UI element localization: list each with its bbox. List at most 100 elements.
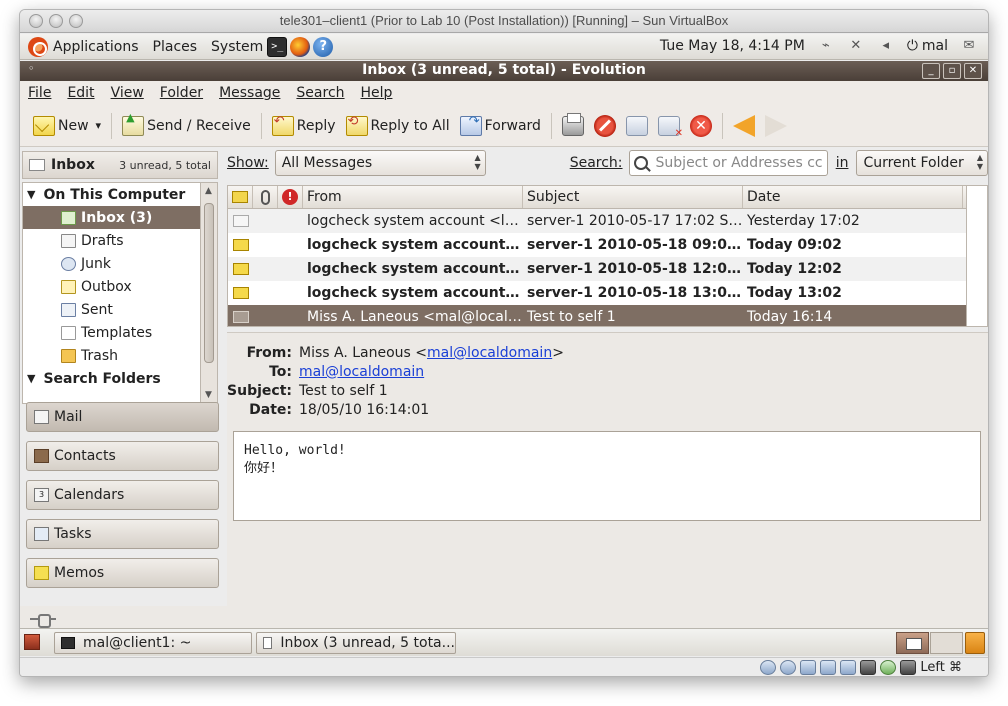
maximize-icon[interactable]: ▫ [943,63,961,79]
reply-all-button[interactable]: Reply to All [341,111,455,141]
message-body[interactable]: Hello, world! 你好！ [233,431,981,521]
virtualbox-window: tele301–client1 (Prior to Lab 10 (Post I… [19,9,989,677]
network-adapter-icon[interactable] [800,660,817,675]
volume-icon[interactable]: ◂ [877,38,895,54]
display-icon[interactable] [860,660,877,675]
switcher-calendars[interactable]: 3 Calendars [26,480,219,510]
cancel-button[interactable] [589,111,621,141]
minimize-icon[interactable]: _ [922,63,940,79]
new-button[interactable]: New ▾ [28,111,106,141]
subject-value: Test to self 1 [299,382,388,399]
places-menu[interactable]: Places [153,39,198,55]
folder-outbox[interactable]: Outbox [23,275,200,298]
system-menu[interactable]: System [211,39,263,55]
menu-folder[interactable]: Folder [160,85,203,101]
next-button[interactable] [760,111,792,141]
menu-view[interactable]: View [111,85,144,101]
expander-icon[interactable]: ▼ [27,372,35,385]
column-date[interactable]: Date [743,186,963,208]
chevron-down-icon[interactable]: ▾ [96,119,102,132]
message-row[interactable]: logcheck system account ... server-1 201… [228,233,966,257]
scroll-up-icon[interactable]: ▲ [205,186,212,196]
terminal-icon[interactable]: >_ [267,37,288,57]
message-row[interactable]: logcheck system account ... server-1 201… [228,281,966,305]
to-email-link[interactable]: mal@localdomain [299,364,424,380]
show-desktop-icon[interactable] [24,634,40,650]
message-list-scrollbar[interactable] [967,185,988,327]
search-icon[interactable] [633,156,648,170]
switcher-mail[interactable]: Mail [26,402,219,432]
send-receive-button[interactable]: Send / Receive [117,111,256,141]
print-button[interactable] [557,111,589,141]
network-disconnected-icon[interactable]: ✕ [847,38,865,54]
network-icon[interactable]: ⌁ [817,38,835,54]
paperclip-icon [260,189,270,205]
help-icon[interactable]: ? [313,37,334,57]
new-label: New [58,117,89,134]
shared-folders-icon[interactable] [840,660,857,675]
gnome-bottom-panel: mal@client1: ~ Inbox (3 unread, 5 tota..… [20,628,988,656]
online-status-icon[interactable] [30,614,56,628]
virtualization-icon[interactable] [880,660,897,675]
mouse-integration-icon[interactable] [900,660,917,675]
unread-mail-icon [232,263,249,275]
switcher-tasks[interactable]: Tasks [26,519,219,549]
folder-tree-scrollbar[interactable]: ▲ ▼ [200,182,218,404]
switcher-label: Mail [54,409,83,425]
from-email-link[interactable]: mal@localdomain [427,345,552,361]
column-importance[interactable]: ! [278,186,303,208]
scroll-down-icon[interactable]: ▼ [205,390,212,400]
menu-message[interactable]: Message [219,85,280,101]
message-row[interactable]: logcheck system account ... server-1 201… [228,257,966,281]
clock[interactable]: Tue May 18, 4:14 PM [660,38,805,54]
delete-button[interactable]: ✕ [685,111,717,141]
search-input[interactable]: Subject or Addresses cc [628,150,828,176]
from-label: From: [246,344,292,361]
menu-search[interactable]: Search [296,85,344,101]
switcher-contacts[interactable]: Contacts [26,441,219,471]
user-menu[interactable]: ⏻ mal [907,38,948,54]
menu-help[interactable]: Help [361,85,393,101]
message-row[interactable]: logcheck system account <lo... server-1 … [228,209,966,233]
scrollbar-thumb[interactable] [204,203,214,363]
tree-group-on-this-computer[interactable]: ▼ On This Computer [23,183,200,206]
filter-select[interactable]: All Messages ▲ ▼ [274,150,486,176]
mail-indicator-icon[interactable]: ✉ [960,38,978,54]
column-from[interactable]: From [303,186,523,208]
forward-button[interactable]: Forward [455,111,546,141]
workspace-2[interactable] [930,632,963,654]
not-junk-button[interactable] [653,111,685,141]
tree-group-search-folders[interactable]: ▼ Search Folders [23,367,200,390]
hard-disk-icon[interactable] [760,660,777,675]
workspace-1[interactable] [896,632,929,654]
usb-icon[interactable] [820,660,837,675]
date-label: Date: [249,401,292,418]
user-name: mal [921,38,948,54]
cd-icon[interactable] [780,660,797,675]
column-status[interactable] [228,186,253,208]
switcher-memos[interactable]: Memos [26,558,219,588]
firefox-icon[interactable] [290,37,311,57]
message-row-selected[interactable]: Miss A. Laneous <mal@locald... Test to s… [228,305,966,326]
folder-drafts[interactable]: Drafts [23,229,200,252]
reply-button[interactable]: Reply [267,111,341,141]
close-icon[interactable]: ✕ [964,63,982,79]
folder-trash[interactable]: Trash [23,344,200,367]
junk-button[interactable] [621,111,653,141]
folder-templates[interactable]: Templates [23,321,200,344]
task-evolution[interactable]: Inbox (3 unread, 5 tota... [256,632,456,654]
folder-junk[interactable]: Junk [23,252,200,275]
column-attachment[interactable] [253,186,278,208]
task-terminal[interactable]: mal@client1: ~ [54,632,252,654]
filter-value: All Messages [281,155,373,171]
applications-menu[interactable]: Applications [28,37,139,57]
menu-edit[interactable]: Edit [67,85,94,101]
trash-icon[interactable] [965,632,985,654]
folder-inbox[interactable]: Inbox (3) [23,206,200,229]
search-scope-select[interactable]: Current Folder ▲ ▼ [856,150,988,176]
folder-sent[interactable]: Sent [23,298,200,321]
column-subject[interactable]: Subject [523,186,743,208]
previous-button[interactable] [728,111,760,141]
menu-file[interactable]: File [28,85,51,101]
expander-icon[interactable]: ▼ [27,188,35,201]
